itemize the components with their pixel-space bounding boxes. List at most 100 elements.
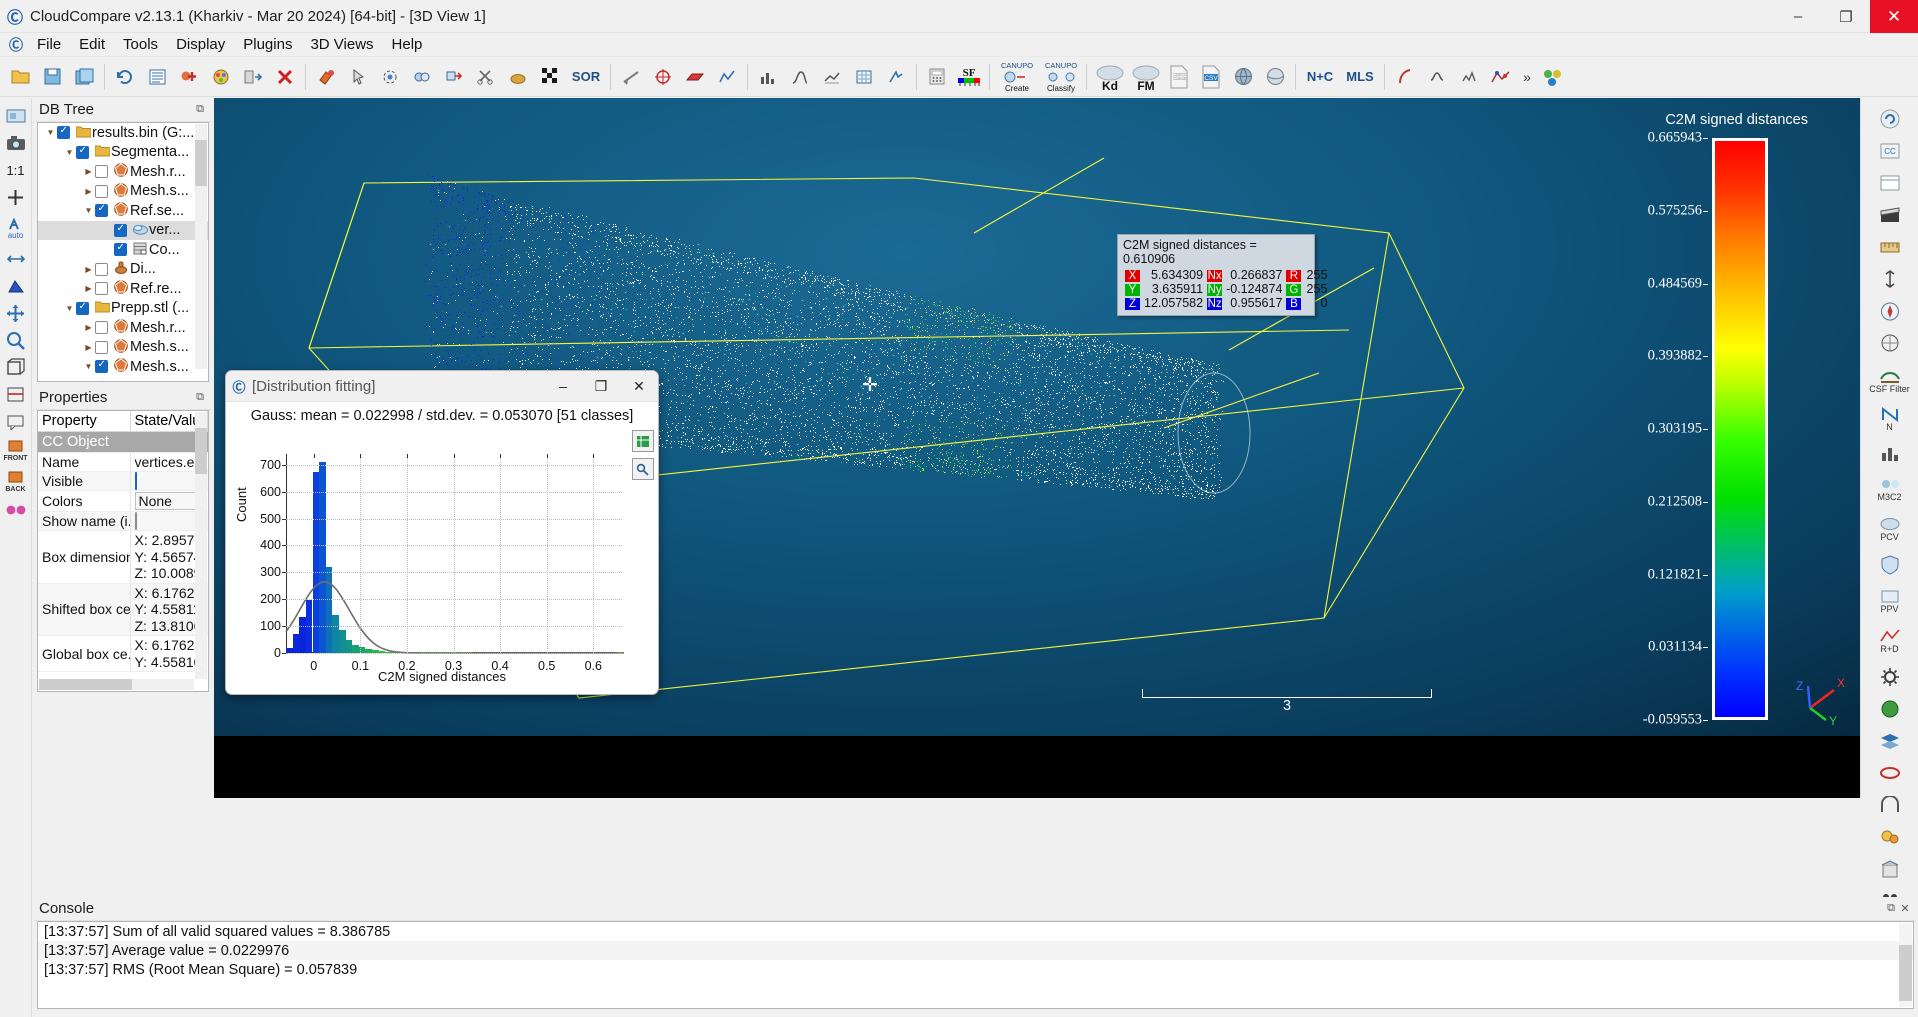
pcv-icon[interactable]: PCV [1865, 510, 1915, 548]
db-tree-item[interactable]: ver... [38, 221, 208, 241]
shield-icon[interactable] [1865, 550, 1915, 580]
db-tree-item[interactable]: ▶Ref.re... [38, 279, 208, 299]
tree-item-checkbox[interactable] [95, 185, 108, 198]
rotate-icon[interactable] [1, 246, 31, 272]
hough-icon[interactable] [1865, 328, 1915, 358]
curvature-icon[interactable] [1390, 62, 1420, 92]
plugin-tools-icon[interactable] [1538, 62, 1568, 92]
console-scrollbar[interactable] [1899, 923, 1912, 1007]
tree-item-checkbox[interactable] [95, 282, 108, 295]
window-icon[interactable] [1865, 168, 1915, 198]
toolbar-overflow-button[interactable]: » [1517, 69, 1537, 85]
db-tree-item[interactable]: ▼results.bin (G:... [38, 123, 208, 143]
tree-expander-icon[interactable]: ▼ [44, 128, 57, 137]
tree-item-checkbox[interactable] [95, 321, 108, 334]
db-tree-scrollbar[interactable] [195, 124, 207, 369]
tree-expander-icon[interactable]: ▼ [82, 206, 95, 215]
colors-icon[interactable] [206, 62, 236, 92]
db-tree-item[interactable]: ▶Mesh.r... [38, 318, 208, 338]
clapper-icon[interactable] [1865, 200, 1915, 230]
tree-expander-icon[interactable]: ▶ [82, 343, 95, 352]
smooth-icon[interactable] [1422, 62, 1452, 92]
grid-icon[interactable] [849, 62, 879, 92]
move-icon[interactable] [1, 300, 31, 326]
point-pick-icon[interactable] [343, 62, 373, 92]
tree-expander-icon[interactable]: ▶ [82, 323, 95, 332]
property-checkbox[interactable] [135, 512, 137, 530]
tree-expander-icon[interactable]: ▶ [82, 187, 95, 196]
green-sphere-icon[interactable] [1865, 694, 1915, 724]
compass-icon[interactable] [1865, 296, 1915, 326]
sf-icon[interactable]: SF [954, 62, 984, 92]
tree-expander-icon[interactable]: ▶ [82, 265, 95, 274]
property-combobox[interactable]: None [135, 492, 201, 510]
save-icon[interactable] [37, 62, 67, 92]
db-tree-list[interactable]: ▼results.bin (G:...▼Segmenta...▶Mesh.r..… [37, 122, 209, 382]
maximize-button[interactable]: ❐ [1822, 0, 1870, 33]
canupo-create-icon[interactable]: CANUPOCreate [995, 62, 1037, 92]
menu-item-file[interactable]: File [28, 34, 70, 55]
label-icon[interactable] [1, 408, 31, 434]
slice-icon[interactable] [881, 62, 911, 92]
checker-icon[interactable] [535, 62, 565, 92]
tree-item-checkbox[interactable] [95, 263, 108, 276]
tree-item-checkbox[interactable] [57, 126, 70, 139]
ntc-icon[interactable]: N+C [1301, 62, 1339, 92]
db-tree-item[interactable]: ▶Mesh.s... [38, 338, 208, 358]
sphere-icon[interactable] [1260, 62, 1290, 92]
tree-item-checkbox[interactable] [114, 243, 127, 256]
db-tree-item[interactable]: ▼Ref.se... [38, 201, 208, 221]
fm-icon[interactable]: FM [1128, 62, 1162, 92]
tree-expander-icon[interactable]: ▼ [63, 304, 76, 313]
surface-icon[interactable] [817, 62, 847, 92]
tree-expander-icon[interactable]: ▼ [63, 148, 76, 157]
add-points-icon[interactable] [174, 62, 204, 92]
cc-lib-icon[interactable]: CC [1865, 136, 1915, 166]
primitive-icon[interactable] [680, 62, 710, 92]
distribution-fitting-dialog[interactable]: Ⓒ [Distribution fitting] – ❐ ✕ Gauss: me… [225, 370, 659, 695]
normals-n-icon[interactable]: N [1865, 402, 1915, 436]
curve-icon[interactable] [785, 62, 815, 92]
menu-item-3d-views[interactable]: 3D Views [301, 34, 382, 55]
normals-icon[interactable] [648, 62, 678, 92]
tree-item-checkbox[interactable] [76, 146, 89, 159]
ppv-icon[interactable]: PPV [1865, 582, 1915, 620]
export-csv-icon[interactable] [632, 430, 654, 452]
polyline-icon[interactable] [712, 62, 742, 92]
globe-icon[interactable] [1228, 62, 1258, 92]
histogram-maximize-button[interactable]: ❐ [582, 371, 620, 402]
list-icon[interactable] [142, 62, 172, 92]
save-all-icon[interactable] [69, 62, 99, 92]
tree-expander-icon[interactable]: ▶ [82, 284, 95, 293]
height-icon[interactable] [1865, 264, 1915, 294]
shp-icon[interactable]: SHP [1164, 62, 1194, 92]
histogram-icon[interactable] [753, 62, 783, 92]
clone-icon[interactable] [407, 62, 437, 92]
global-zoom-icon[interactable] [1, 103, 31, 129]
zoom-in-icon[interactable] [1, 184, 31, 210]
tree-item-checkbox[interactable] [95, 204, 108, 217]
property-checkbox[interactable] [135, 472, 137, 490]
minimize-button[interactable]: – [1774, 0, 1822, 33]
db-tree-item[interactable]: ▼Mesh.s... [38, 357, 208, 377]
bubble-icon[interactable] [1865, 822, 1915, 852]
histogram-minimize-button[interactable]: – [544, 371, 582, 402]
clip-icon[interactable] [1, 273, 31, 299]
hist-icon[interactable] [1865, 438, 1915, 468]
translate-icon[interactable] [439, 62, 469, 92]
sor-icon[interactable]: SOR [567, 62, 605, 92]
properties-hscrollbar[interactable] [39, 679, 194, 690]
menu-item-display[interactable]: Display [167, 34, 234, 55]
db-tree-item[interactable]: ▶Mesh.r... [38, 162, 208, 182]
delete-icon[interactable] [270, 62, 300, 92]
back-view-icon[interactable]: BACK [1, 466, 31, 496]
gear-icon[interactable] [1865, 662, 1915, 692]
magnify-icon[interactable] [1, 327, 31, 353]
arch-icon[interactable] [1865, 790, 1915, 820]
section-icon[interactable] [1, 381, 31, 407]
ratio-1-1-icon[interactable]: 1:1 [1, 157, 31, 183]
mls-icon[interactable]: MLS [1341, 62, 1379, 92]
ray-icon[interactable] [616, 62, 646, 92]
console-float-button[interactable]: ⧉ [1884, 902, 1898, 915]
menu-item-plugins[interactable]: Plugins [234, 34, 301, 55]
